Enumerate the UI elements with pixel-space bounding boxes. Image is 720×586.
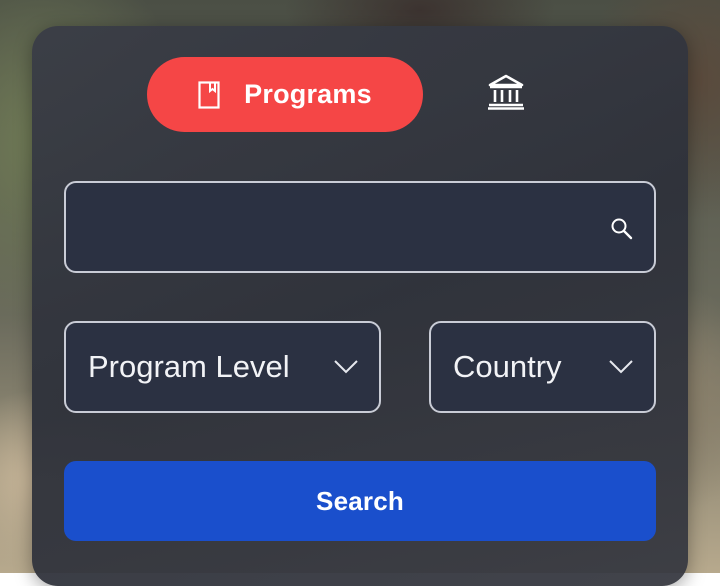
tab-programs-label: Programs [244,79,372,109]
country-select[interactable]: Country [429,321,656,413]
country-label: Country [453,349,562,384]
chevron-down-icon [608,359,634,375]
tab-institutions[interactable] [478,68,534,120]
chevron-down-icon [333,359,359,375]
program-level-label: Program Level [88,349,290,384]
search-button[interactable]: Search [64,461,656,541]
program-level-select[interactable]: Program Level [64,321,381,413]
book-icon [198,80,220,109]
institution-icon [487,74,525,115]
tab-programs[interactable]: Programs [147,57,423,132]
search-field[interactable] [64,181,656,273]
search-input[interactable] [88,183,592,273]
search-icon[interactable] [610,217,634,241]
